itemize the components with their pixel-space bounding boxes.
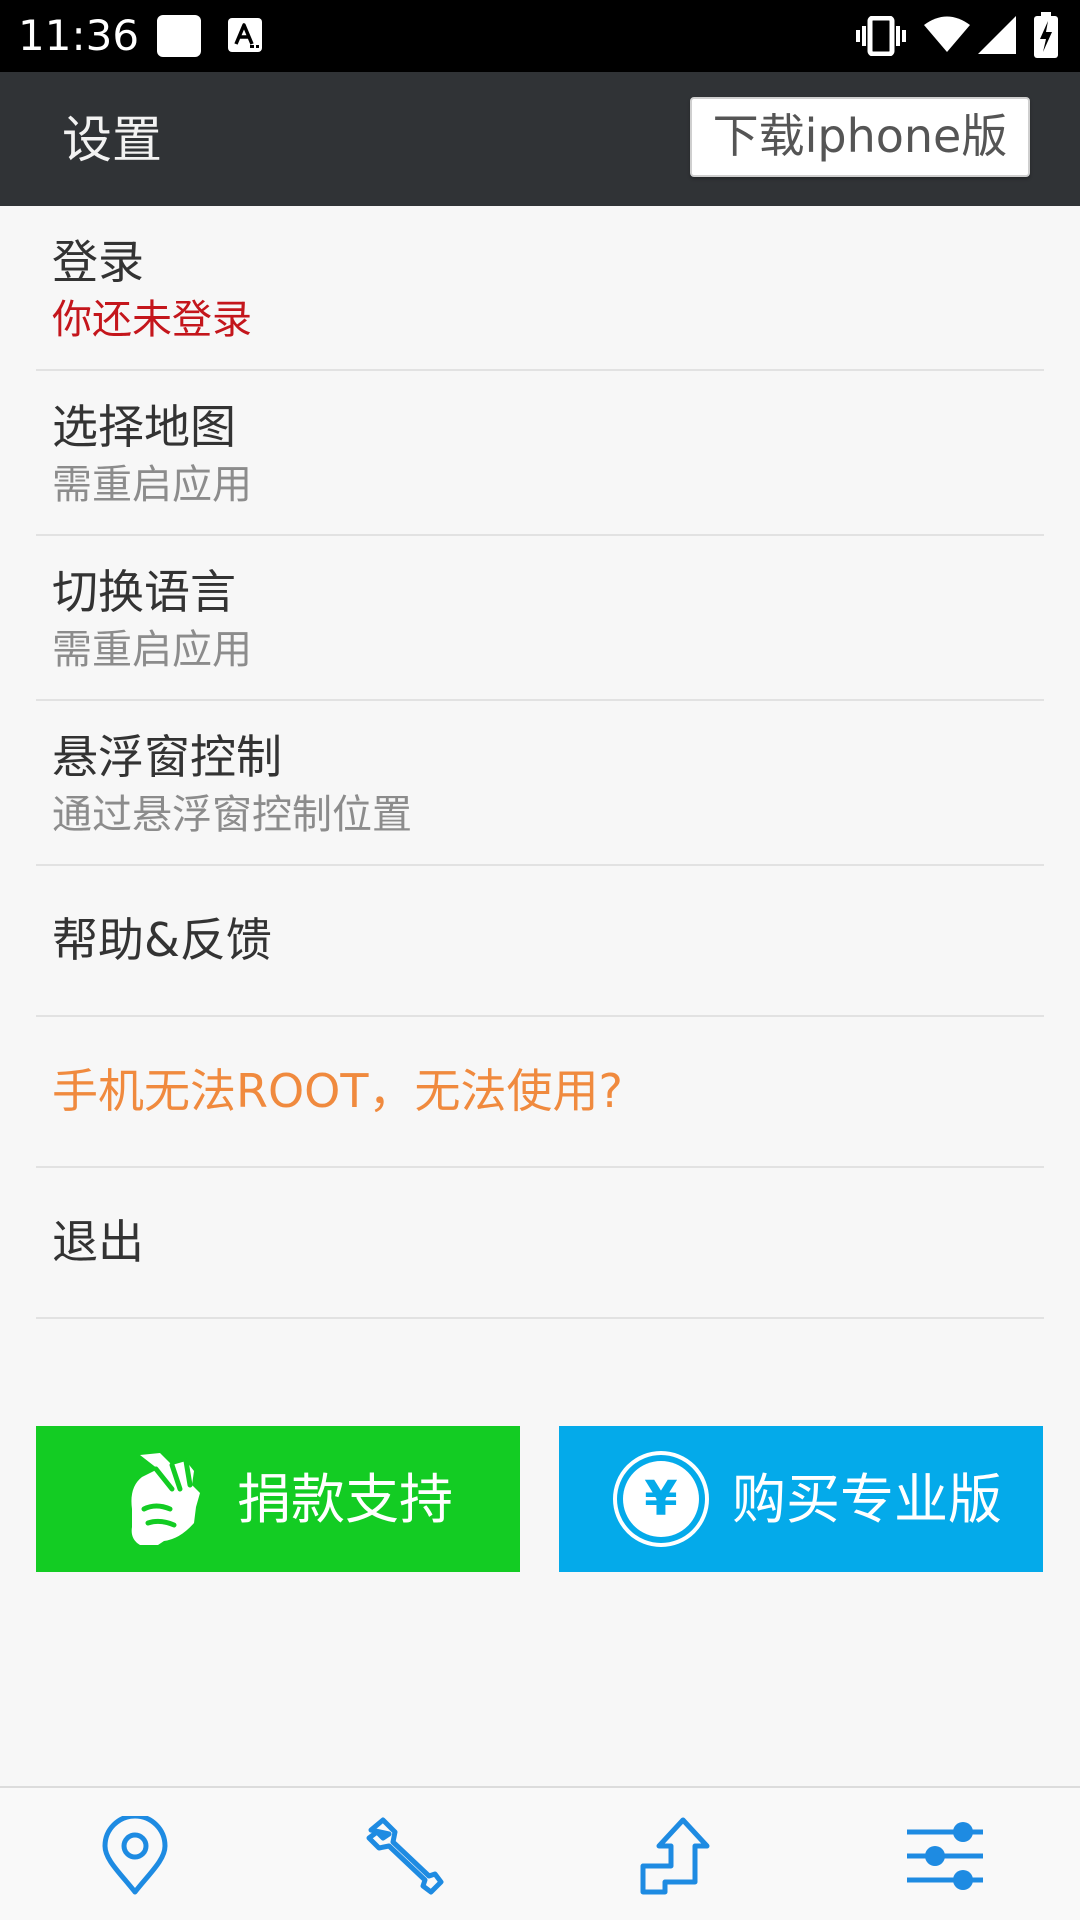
switch-language-subtitle: 需重启应用 [52,627,252,673]
settings-sliders-icon [907,1822,983,1890]
donate-label: 捐款支持 [237,1468,453,1531]
settings-item-no-root[interactable]: 手机无法ROOT，无法使用? [36,1017,1044,1168]
status-bar: 11:36 [0,0,1080,72]
nav-tools[interactable] [270,1788,540,1920]
exit-title: 退出 [52,1215,144,1269]
select-map-subtitle: 需重启应用 [52,462,252,508]
settings-item-exit[interactable]: 退出 [36,1168,1044,1319]
font-a-icon [228,18,262,56]
vibrate-icon [855,15,907,60]
donate-button[interactable]: 捐款支持 [36,1426,520,1572]
download-iphone-button[interactable]: 下载iphone版 [690,97,1030,177]
raised-fist-icon [120,1449,206,1562]
signal-icon [978,16,1016,58]
settings-item-floating-window[interactable]: 悬浮窗控制 通过悬浮窗控制位置 [36,701,1044,866]
floating-window-subtitle: 通过悬浮窗控制位置 [52,792,412,838]
settings-item-login[interactable]: 登录 你还未登录 [36,206,1044,371]
wrench-icon [366,1817,444,1895]
bottom-nav [0,1786,1080,1920]
app-bar: 设置 下载iphone版 [0,72,1080,206]
settings-item-switch-language[interactable]: 切换语言 需重启应用 [36,536,1044,701]
location-pin-icon [102,1816,168,1895]
nav-settings[interactable] [810,1788,1080,1920]
svg-text:¥: ¥ [644,1471,677,1527]
login-title: 登录 [52,235,144,289]
yen-coin-icon: ¥ [611,1449,711,1562]
select-map-title: 选择地图 [52,400,236,454]
settings-item-help-feedback[interactable]: 帮助&反馈 [36,866,1044,1017]
notification-square-icon [156,14,202,62]
battery-charging-icon [1034,12,1058,62]
buy-pro-button[interactable]: ¥ 购买专业版 [559,1426,1043,1572]
buy-pro-label: 购买专业版 [732,1468,1002,1531]
settings-list: 登录 你还未登录 选择地图 需重启应用 切换语言 需重启应用 悬浮窗控制 通过悬… [36,206,1044,1319]
wifi-icon [924,16,970,58]
settings-item-select-map[interactable]: 选择地图 需重启应用 [36,371,1044,536]
switch-language-title: 切换语言 [52,565,236,619]
floating-window-title: 悬浮窗控制 [52,730,282,784]
nav-location[interactable] [0,1788,270,1920]
login-status: 你还未登录 [52,297,252,343]
nav-route[interactable] [540,1788,810,1920]
help-feedback-title: 帮助&反馈 [52,913,272,967]
status-time: 11:36 [18,11,140,60]
page-title: 设置 [62,111,162,169]
no-root-title: 手机无法ROOT，无法使用? [52,1064,623,1118]
route-arrow-icon [640,1817,710,1895]
